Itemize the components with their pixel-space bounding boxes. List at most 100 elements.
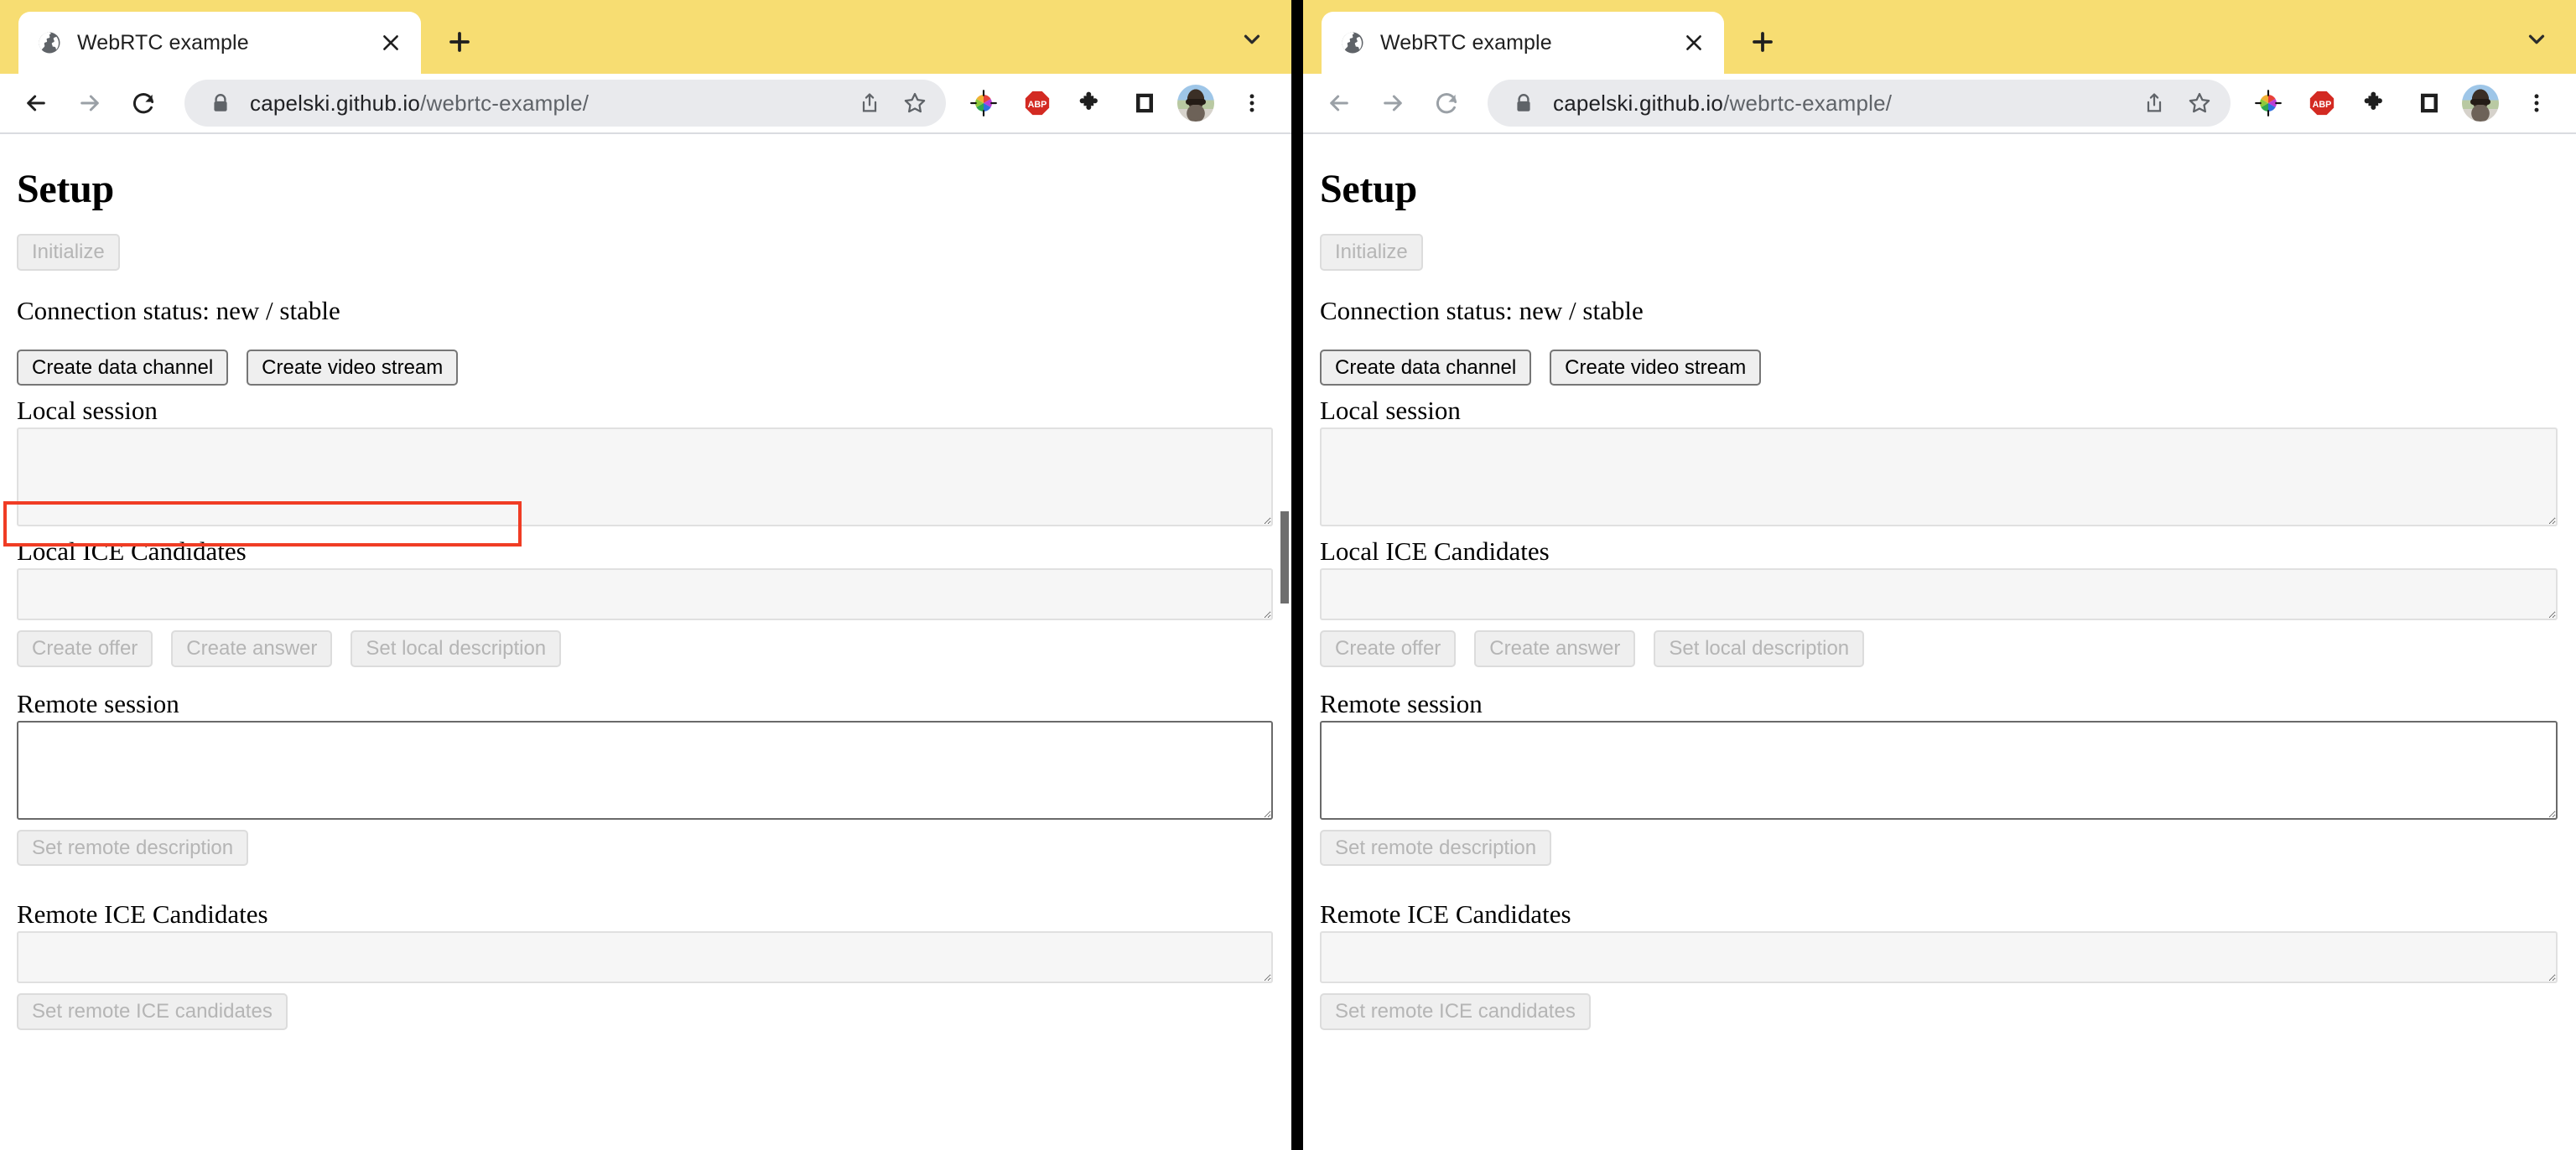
browser-window-right: WebRTC example capelski.github.io/webrtc… bbox=[1303, 0, 2576, 1150]
forward-arrow-icon bbox=[65, 79, 114, 127]
puzzle-piece-icon[interactable] bbox=[2351, 79, 2400, 127]
three-dot-menu-icon[interactable] bbox=[2512, 79, 2561, 127]
set-local-description-button[interactable]: Set local description bbox=[351, 630, 562, 667]
plus-icon[interactable] bbox=[434, 17, 485, 67]
browser-window-left: WebRTC example capelski.github.io/webrtc… bbox=[0, 0, 1291, 1150]
color-picker-icon[interactable] bbox=[2244, 79, 2293, 127]
toolbar-right: capelski.github.io/webrtc-example/ ABP bbox=[1303, 74, 2576, 134]
remote-ice-textarea[interactable] bbox=[1320, 931, 2558, 984]
share-icon[interactable] bbox=[2132, 80, 2177, 126]
remote-session-textarea[interactable] bbox=[1320, 720, 2558, 820]
local-ice-textarea[interactable] bbox=[1320, 568, 2558, 621]
create-video-stream-button[interactable]: Create video stream bbox=[1550, 349, 1762, 386]
create-answer-button[interactable]: Create answer bbox=[1474, 630, 1636, 667]
connection-status: Connection status: new / stable bbox=[1320, 295, 1644, 325]
local-session-textarea[interactable] bbox=[17, 427, 1273, 527]
url-host: capelski.github.io bbox=[1553, 90, 1724, 116]
tab-strip-right: WebRTC example bbox=[1303, 0, 2576, 74]
three-dot-menu-icon[interactable] bbox=[1228, 79, 1276, 127]
page-viewport-right: Setup Initialize Connection status: new … bbox=[1303, 134, 2576, 1150]
set-remote-description-button[interactable]: Set remote description bbox=[17, 829, 249, 867]
local-session-textarea[interactable] bbox=[1320, 427, 2558, 527]
reading-list-icon[interactable] bbox=[1120, 79, 1169, 127]
set-remote-ice-candidates-button[interactable]: Set remote ICE candidates bbox=[1320, 993, 1591, 1030]
remote-ice-label: Remote ICE Candidates bbox=[17, 899, 268, 930]
page-viewport-left: Setup Initialize Connection status: new … bbox=[0, 134, 1291, 1150]
avatar[interactable] bbox=[1177, 85, 1214, 122]
color-picker-icon[interactable] bbox=[959, 79, 1008, 127]
lock-icon bbox=[210, 91, 231, 116]
omnibox-actions-right bbox=[2132, 80, 2222, 126]
chevron-down-icon[interactable] bbox=[2512, 15, 2561, 64]
set-local-description-button[interactable]: Set local description bbox=[1654, 630, 1865, 667]
forward-arrow-icon bbox=[1368, 79, 1417, 127]
url-text-right: capelski.github.io/webrtc-example/ bbox=[1553, 91, 1892, 117]
local-actions-row: Create offer Create answer Set local des… bbox=[1320, 630, 2558, 667]
adblock-plus-icon[interactable]: ABP bbox=[2298, 79, 2346, 127]
create-buttons-row: Create data channel Create video stream bbox=[1320, 349, 2558, 386]
webrtc-setup-page-right: Setup Initialize Connection status: new … bbox=[1303, 134, 2576, 1150]
webrtc-setup-page-left: Setup Initialize Connection status: new … bbox=[0, 134, 1291, 1150]
create-data-channel-button[interactable]: Create data channel bbox=[1320, 349, 1532, 386]
url-text-left: capelski.github.io/webrtc-example/ bbox=[250, 91, 589, 117]
remote-ice-label: Remote ICE Candidates bbox=[1320, 899, 1571, 930]
tab-title-left: WebRTC example bbox=[77, 30, 249, 54]
adblock-plus-icon[interactable]: ABP bbox=[1013, 79, 1062, 127]
local-ice-label: Local ICE Candidates bbox=[1320, 536, 1550, 567]
tab-strip-left: WebRTC example bbox=[0, 0, 1291, 74]
reload-icon[interactable] bbox=[119, 79, 168, 127]
url-path: /webrtc-example/ bbox=[420, 90, 589, 116]
create-answer-button[interactable]: Create answer bbox=[171, 630, 333, 667]
page-scrollbar[interactable] bbox=[1278, 134, 1291, 1150]
reload-icon bbox=[1422, 79, 1471, 127]
dual-browser-screenshot: WebRTC example capelski.github.io/webrtc… bbox=[0, 0, 2576, 1150]
remote-session-textarea[interactable] bbox=[17, 720, 1273, 820]
remote-session-label: Remote session bbox=[1320, 688, 1483, 718]
local-ice-textarea[interactable] bbox=[17, 568, 1273, 621]
initialize-button[interactable]: Initialize bbox=[1320, 234, 1423, 271]
address-bar-right[interactable]: capelski.github.io/webrtc-example/ bbox=[1488, 80, 2231, 127]
toolbar-left: capelski.github.io/webrtc-example/ ABP bbox=[0, 74, 1291, 134]
svg-text:ABP: ABP bbox=[1028, 100, 1047, 110]
globe-icon bbox=[37, 30, 62, 55]
lock-icon bbox=[1513, 91, 1535, 116]
local-session-label: Local session bbox=[1320, 396, 1461, 426]
page-title: Setup bbox=[1320, 167, 1417, 211]
window-divider bbox=[1291, 0, 1303, 1150]
tab-title-right: WebRTC example bbox=[1380, 30, 1552, 54]
star-icon[interactable] bbox=[892, 80, 937, 126]
create-offer-button[interactable]: Create offer bbox=[17, 630, 153, 667]
back-arrow-icon[interactable] bbox=[12, 79, 60, 127]
remote-session-label: Remote session bbox=[17, 688, 179, 718]
create-buttons-row: Create data channel Create video stream bbox=[17, 349, 1273, 386]
url-path: /webrtc-example/ bbox=[1723, 90, 1893, 116]
close-icon[interactable] bbox=[376, 28, 406, 58]
remote-ice-textarea[interactable] bbox=[17, 931, 1273, 984]
close-icon[interactable] bbox=[1679, 28, 1709, 58]
puzzle-piece-icon[interactable] bbox=[1067, 79, 1115, 127]
browser-tab-right[interactable]: WebRTC example bbox=[1322, 12, 1724, 74]
chevron-down-icon[interactable] bbox=[1228, 15, 1276, 64]
star-icon[interactable] bbox=[2177, 80, 2222, 126]
omnibox-actions-left bbox=[847, 80, 937, 126]
local-ice-label: Local ICE Candidates bbox=[17, 536, 247, 567]
browser-tab-left[interactable]: WebRTC example bbox=[18, 12, 421, 74]
avatar[interactable] bbox=[2462, 85, 2499, 122]
plus-icon[interactable] bbox=[1737, 17, 1788, 67]
back-arrow-icon bbox=[1315, 79, 1363, 127]
set-remote-description-button[interactable]: Set remote description bbox=[1320, 829, 1552, 867]
svg-text:ABP: ABP bbox=[2313, 100, 2332, 110]
scrollbar-thumb[interactable] bbox=[1280, 511, 1289, 603]
address-bar-left[interactable]: capelski.github.io/webrtc-example/ bbox=[184, 80, 946, 127]
local-session-label: Local session bbox=[17, 396, 158, 426]
globe-icon bbox=[1340, 30, 1365, 55]
create-video-stream-button[interactable]: Create video stream bbox=[247, 349, 459, 386]
share-icon[interactable] bbox=[847, 80, 892, 126]
create-offer-button[interactable]: Create offer bbox=[1320, 630, 1457, 667]
set-remote-ice-candidates-button[interactable]: Set remote ICE candidates bbox=[17, 993, 288, 1030]
initialize-button[interactable]: Initialize bbox=[17, 234, 120, 271]
connection-status: Connection status: new / stable bbox=[17, 295, 340, 325]
create-data-channel-button[interactable]: Create data channel bbox=[17, 349, 229, 386]
reading-list-icon[interactable] bbox=[2405, 79, 2454, 127]
url-host: capelski.github.io bbox=[250, 90, 421, 116]
